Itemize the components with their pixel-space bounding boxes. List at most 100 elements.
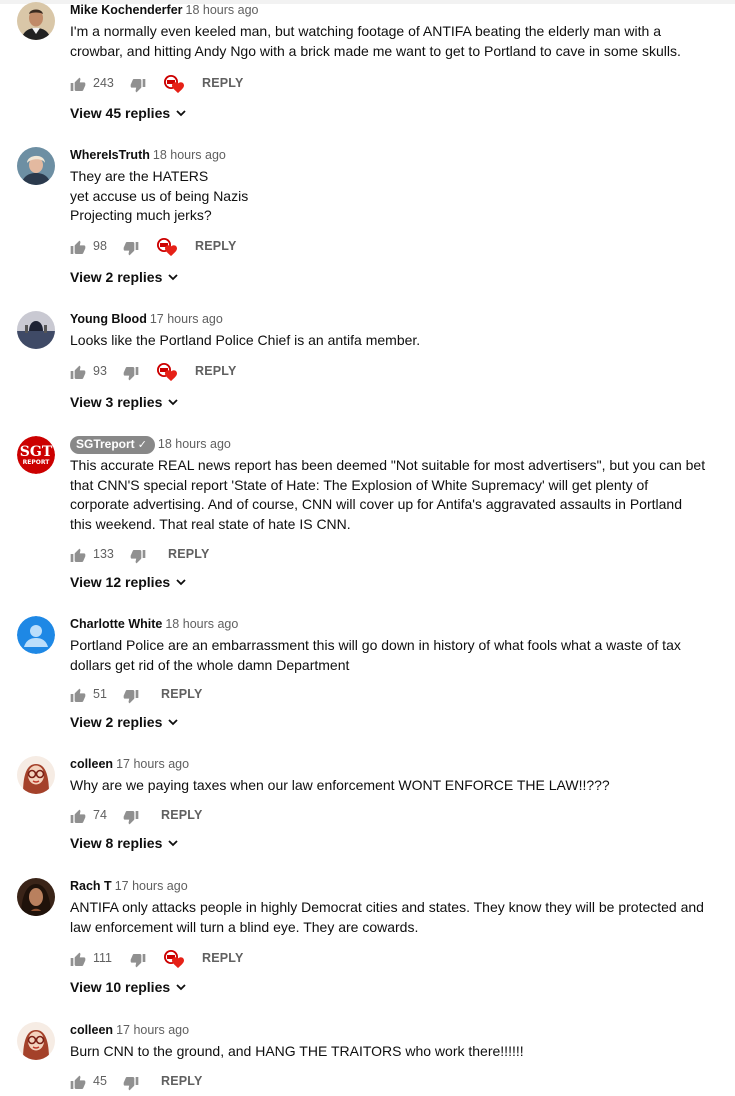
reply-button[interactable]: REPLY xyxy=(195,239,237,253)
reply-button[interactable]: REPLY xyxy=(202,951,244,965)
view-replies-label: View 8 replies xyxy=(70,835,163,851)
view-replies-button[interactable]: View 8 replies xyxy=(70,834,178,851)
comment-header: Rach T 17 hours ago xyxy=(70,878,710,895)
thumbs-down-icon[interactable] xyxy=(130,952,146,968)
reply-button[interactable]: REPLY xyxy=(168,547,210,561)
comment-text-line: Why are we paying taxes when our law enf… xyxy=(70,777,610,793)
comment-timestamp[interactable]: 18 hours ago xyxy=(153,148,226,162)
like-count: 74 xyxy=(93,808,107,822)
svg-text:SGT: SGT xyxy=(20,444,53,460)
comment-actions: 74 REPLY xyxy=(70,806,370,828)
view-replies-label: View 12 replies xyxy=(70,574,171,590)
comment-text-line: that CNN'S special report 'State of Hate… xyxy=(70,476,649,493)
comment-text: Why are we paying taxes when our law enf… xyxy=(70,776,710,796)
comment-timestamp[interactable]: 17 hours ago xyxy=(116,1023,189,1037)
comment-author[interactable]: Young Blood xyxy=(70,312,147,326)
avatar[interactable]: SGT REPORT xyxy=(17,436,55,474)
thumbs-up-icon[interactable] xyxy=(70,77,86,93)
thumbs-down-icon[interactable] xyxy=(123,365,139,381)
comment-text: Burn CNN to the ground, and HANG THE TRA… xyxy=(70,1042,710,1062)
chevron-down-icon xyxy=(168,713,178,726)
comment-header: SGTreport ✓ 18 hours ago xyxy=(70,436,710,454)
reply-button[interactable]: REPLY xyxy=(202,76,244,90)
comment-timestamp[interactable]: 18 hours ago xyxy=(165,617,238,631)
comment-body: Mike Kochenderfer 18 hours ago I'm a norma… xyxy=(70,2,710,121)
comment-header: Charlotte White 18 hours ago xyxy=(70,616,710,633)
like-count: 98 xyxy=(93,239,107,253)
thumbs-down-icon[interactable] xyxy=(123,240,139,256)
comment-text: ANTIFA only attacks people in highly Dem… xyxy=(70,898,710,937)
like-count: 51 xyxy=(93,687,107,701)
thumbs-up-icon[interactable] xyxy=(70,809,86,825)
avatar[interactable] xyxy=(17,147,55,185)
comment-body: colleen 17 hours ago Why are we paying tax… xyxy=(70,756,710,851)
comment-author[interactable]: Charlotte White xyxy=(70,617,162,631)
comment-text-line: They are the HATERS xyxy=(70,168,209,184)
thumbs-down-icon[interactable] xyxy=(123,809,139,825)
thumbs-down-icon[interactable] xyxy=(123,1075,139,1091)
comment-text-line: I'm a normally even keeled man, but watc… xyxy=(70,23,662,39)
comment-text: Looks like the Portland Police Chief is … xyxy=(70,331,710,351)
thumbs-down-icon[interactable] xyxy=(130,77,146,93)
reply-button[interactable]: REPLY xyxy=(161,1074,203,1088)
thumbs-down-icon[interactable] xyxy=(130,548,146,564)
svg-text:REPORT: REPORT xyxy=(23,459,51,466)
view-replies-button[interactable]: View 10 replies xyxy=(70,978,186,995)
thumbs-up-icon[interactable] xyxy=(70,365,86,381)
view-replies-button[interactable]: View 12 replies xyxy=(70,573,186,590)
thumbs-down-icon[interactable] xyxy=(123,688,139,704)
comment-author[interactable]: SGTreport xyxy=(76,437,135,451)
thumbs-up-icon[interactable] xyxy=(70,952,86,968)
view-replies-button[interactable]: View 2 replies xyxy=(70,713,178,730)
comment-body: Young Blood 17 hours ago Looks like the Po… xyxy=(70,311,710,410)
creator-heart-icon xyxy=(162,74,184,94)
comment-body: Charlotte White 18 hours ago Portland Poli… xyxy=(70,616,710,730)
thumbs-up-icon[interactable] xyxy=(70,1075,86,1091)
avatar[interactable] xyxy=(17,2,55,40)
comment-header: Young Blood 17 hours ago xyxy=(70,311,710,328)
comment-text: They are the HATERS yet accuse us of bein… xyxy=(70,167,710,226)
view-replies-button[interactable]: View 3 replies xyxy=(70,393,178,410)
comment-timestamp[interactable]: 17 hours ago xyxy=(115,879,188,893)
comment-text-line: yet accuse us of being Nazis xyxy=(70,187,249,204)
creator-heart-icon xyxy=(162,949,184,969)
comment-body: colleen 17 hours ago Burn CNN to the groun… xyxy=(70,1022,710,1091)
reply-button[interactable]: REPLY xyxy=(161,808,203,822)
comment-author[interactable]: WhereIsTruth xyxy=(70,148,150,162)
view-replies-label: View 10 replies xyxy=(70,979,171,995)
comment-text-line: corporate advertising. And of course, CN… xyxy=(70,496,682,512)
view-replies-button[interactable]: View 2 replies xyxy=(70,268,178,285)
thumbs-up-icon[interactable] xyxy=(70,548,86,564)
comment-actions: 51 REPLY xyxy=(70,685,370,707)
comment-timestamp[interactable]: 17 hours ago xyxy=(116,757,189,771)
avatar[interactable] xyxy=(17,1022,55,1060)
chevron-down-icon xyxy=(176,104,186,117)
avatar[interactable] xyxy=(17,878,55,916)
avatar[interactable] xyxy=(17,311,55,349)
creator-heart-icon xyxy=(155,362,177,382)
comment-actions: 111 REPLY xyxy=(70,949,370,971)
comment-author-badge[interactable]: SGTreport ✓ xyxy=(70,436,155,454)
comment-timestamp[interactable]: 18 hours ago xyxy=(158,437,231,451)
thumbs-up-icon[interactable] xyxy=(70,240,86,256)
thumbs-up-icon[interactable] xyxy=(70,688,86,704)
comment-body: WhereIsTruth 18 hours ago They are the HAT… xyxy=(70,147,710,285)
comment-author[interactable]: colleen xyxy=(70,1023,113,1037)
avatar[interactable] xyxy=(17,756,55,794)
reply-button[interactable]: REPLY xyxy=(195,364,237,378)
comment-author[interactable]: Mike Kochenderfer xyxy=(70,3,183,17)
comment-timestamp[interactable]: 17 hours ago xyxy=(150,312,223,326)
comment-author[interactable]: colleen xyxy=(70,757,113,771)
comment-actions: 133 REPLY xyxy=(70,545,370,567)
comment-author[interactable]: Rach T xyxy=(70,879,112,893)
view-replies-button[interactable]: View 45 replies xyxy=(70,104,186,121)
view-replies-label: View 2 replies xyxy=(70,714,163,730)
comment-text-line: This accurate REAL news report has been … xyxy=(70,457,706,473)
creator-heart-icon xyxy=(155,237,177,257)
reply-button[interactable]: REPLY xyxy=(161,687,203,701)
avatar[interactable] xyxy=(17,616,55,654)
comment-text-line: ANTIFA only attacks people in highly Dem… xyxy=(70,899,704,915)
view-replies-label: View 2 replies xyxy=(70,269,163,285)
chevron-down-icon xyxy=(168,393,178,406)
comment-timestamp[interactable]: 18 hours ago xyxy=(186,3,259,17)
